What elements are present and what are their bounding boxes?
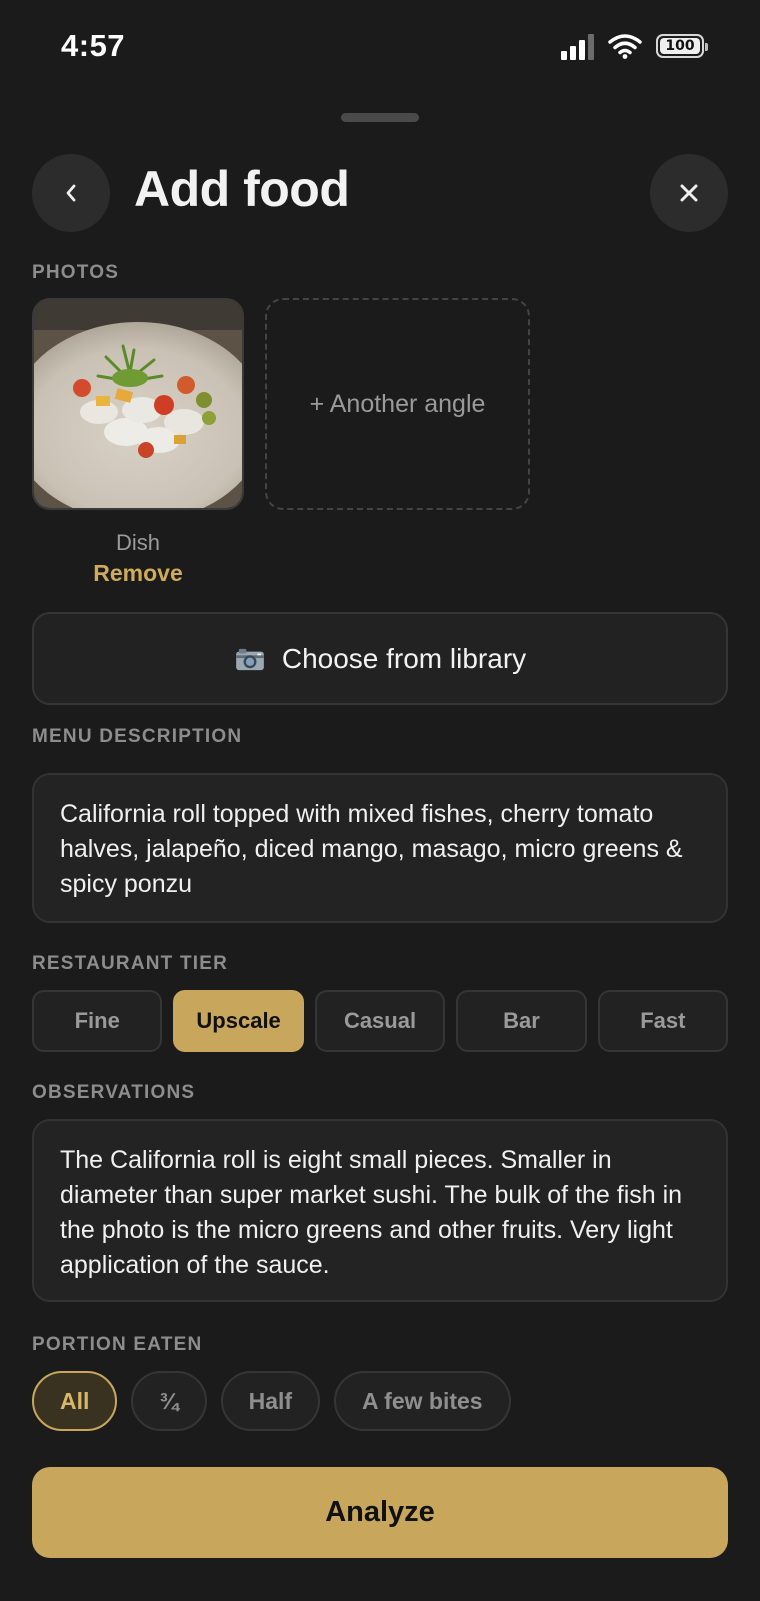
add-another-angle-button[interactable]: + Another angle: [265, 298, 530, 510]
restaurant-tier-selector: Fine Upscale Casual Bar Fast: [32, 990, 729, 1052]
observations-field[interactable]: The California roll is eight small piece…: [32, 1119, 728, 1302]
battery-level-text: 100: [665, 38, 695, 54]
photos-section-label: PHOTOS: [32, 262, 120, 283]
observations-label: OBSERVATIONS: [32, 1082, 196, 1103]
choose-from-library-button[interactable]: Choose from library: [32, 612, 728, 705]
dish-photo-thumbnail[interactable]: [32, 298, 244, 510]
tier-option-fast[interactable]: Fast: [597, 990, 729, 1052]
tier-option-fine[interactable]: Fine: [32, 990, 163, 1052]
close-button[interactable]: [650, 154, 728, 232]
tier-option-bar[interactable]: Bar: [456, 990, 587, 1052]
restaurant-tier-label: RESTAURANT TIER: [32, 953, 229, 974]
menu-description-label: MENU DESCRIPTION: [32, 726, 243, 747]
chevron-left-icon: [66, 184, 76, 202]
battery-icon: 100: [656, 34, 708, 58]
photo-caption: Dish: [115, 530, 160, 555]
wifi-icon: [608, 34, 642, 59]
tier-option-casual[interactable]: Casual: [314, 990, 446, 1052]
close-icon: [680, 184, 698, 202]
portion-option-half[interactable]: Half: [220, 1371, 321, 1431]
choose-from-library-label: Choose from library: [281, 642, 527, 674]
status-time: 4:57: [61, 28, 126, 63]
status-bar: 4:57 100: [0, 0, 760, 96]
cellular-signal-icon: [561, 32, 594, 60]
portion-eaten-selector: All ¾ Half A few bites: [32, 1371, 511, 1431]
portion-option-few-bites[interactable]: A few bites: [334, 1371, 511, 1431]
status-icons: 100: [561, 32, 708, 60]
back-button[interactable]: [32, 154, 110, 232]
analyze-button[interactable]: Analyze: [32, 1467, 728, 1558]
portion-option-three-quarters[interactable]: ¾: [131, 1371, 207, 1431]
dish-photo: [34, 300, 242, 508]
sheet-grabber[interactable]: [341, 113, 419, 122]
remove-photo-button[interactable]: Remove: [32, 560, 244, 587]
portion-option-all[interactable]: All: [32, 1371, 118, 1431]
menu-description-field[interactable]: California roll topped with mixed fishes…: [32, 773, 728, 923]
camera-icon: [235, 648, 264, 670]
portion-eaten-label: PORTION EATEN: [32, 1334, 203, 1355]
page-title: Add food: [134, 161, 350, 217]
tier-option-upscale[interactable]: Upscale: [173, 990, 304, 1052]
